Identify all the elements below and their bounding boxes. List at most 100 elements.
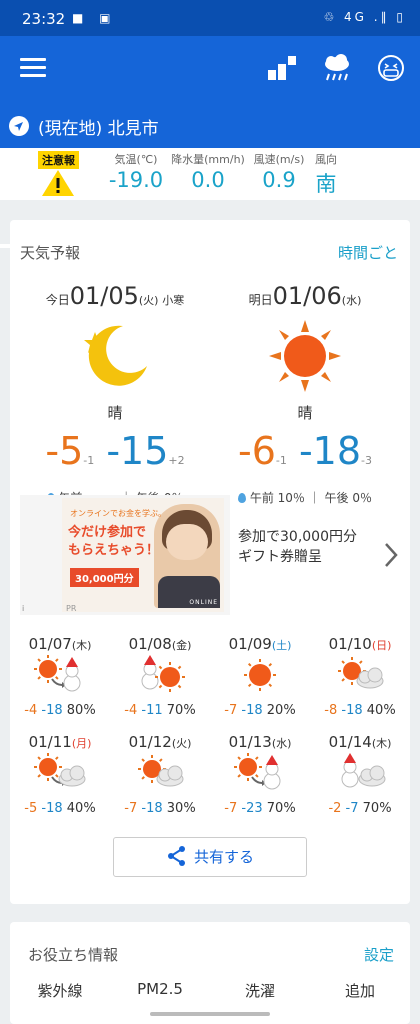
useful-item-add[interactable]: 追加: [310, 980, 410, 1001]
tomorrow-dow: (水): [341, 294, 362, 307]
ad-image: オンラインでお金を学ぶ。 今だけ参加で もらえちゃう！ 30,000円分 ONL…: [62, 498, 224, 612]
today-low-diff: +2: [168, 454, 185, 467]
week-date: 01/11(月): [10, 733, 110, 751]
mask-face-icon[interactable]: [374, 52, 408, 84]
tomorrow-date: 01/06: [272, 282, 342, 310]
wind-direction-label: 風向: [315, 153, 337, 166]
ad-headline-line1: 今だけ参加で: [68, 525, 147, 540]
ad-brand: ONLINE: [189, 599, 218, 606]
week-date-text: 01/12: [128, 733, 172, 751]
precipitation-reading: 降水量(mm/h) 0.0: [168, 151, 248, 192]
useful-settings-link[interactable]: 設定: [364, 944, 394, 965]
useful-item-pm25[interactable]: PM2.5: [110, 980, 210, 998]
week-high: -4: [124, 703, 138, 718]
useful-item-laundry[interactable]: 洗濯: [210, 980, 310, 1001]
week-day-3[interactable]: 01/09(土) -7 -18 20%: [210, 635, 310, 718]
week-temps: -2 -7 70%: [310, 801, 410, 816]
share-label: 共有する: [193, 848, 254, 866]
today-forecast[interactable]: 今日01/05(火) 小寒 晴 -5-1 -15+2 午前 −−− ｜ 午後 0…: [20, 282, 210, 506]
week-dow: (土): [271, 639, 292, 652]
week-date-text: 01/14: [328, 733, 372, 751]
week-date-text: 01/07: [28, 635, 72, 653]
raindrop-icon: [237, 493, 246, 503]
home-indicator[interactable]: [150, 1012, 270, 1016]
ad-amount: 30,000円分: [70, 568, 139, 587]
today-low: -15: [106, 429, 169, 473]
week-low: -23: [241, 801, 263, 816]
chevron-right-icon[interactable]: [384, 542, 398, 568]
week-day-7[interactable]: 01/13(水) -7 -23 70%: [210, 733, 310, 816]
sun-to-snow-icon: [34, 655, 81, 692]
tomorrow-forecast[interactable]: 明日01/06(水) 晴 -6-1 -18-3 午前 10％ ｜ 午後 0％: [210, 282, 400, 506]
status-bar: 23:32 ■ ▣ ♲ 4G .∥ ▯: [0, 0, 420, 36]
share-button[interactable]: 共有する: [113, 837, 307, 877]
week-high: -7: [224, 703, 238, 718]
week-pop: 30%: [166, 801, 196, 816]
week-pop: 70%: [362, 801, 392, 816]
tomorrow-pm-pop: 午後 0％: [324, 491, 372, 505]
week-low: -18: [341, 703, 363, 718]
useful-info-title: お役立ち情報: [28, 946, 119, 964]
week-day-8[interactable]: 01/14(木) -2 -7 70%: [310, 733, 410, 816]
location-bar[interactable]: (現在地) 北見市: [0, 100, 420, 248]
sun-icon: [269, 320, 341, 392]
week-date-text: 01/10: [328, 635, 372, 653]
week-day-2[interactable]: 01/08(金) -4 -11 70%: [110, 635, 210, 718]
location-arrow-icon: [9, 116, 29, 136]
ad-info-icon[interactable]: i: [22, 604, 24, 613]
week-day-5[interactable]: 01/11(月) -5 -18 40%: [10, 733, 110, 816]
week-high: -5: [24, 801, 38, 816]
app-bar: [0, 36, 420, 100]
temperature-value: -19.0: [108, 168, 164, 192]
today-header: 今日01/05(火) 小寒: [20, 282, 210, 310]
ranking-icon[interactable]: [266, 52, 300, 84]
ad-banner[interactable]: オンラインでお金を学ぶ。 今だけ参加で もらえちゃう！ 30,000円分 ONL…: [20, 495, 230, 615]
week-temps: -4 -18 80%: [10, 703, 110, 718]
wind-speed-label: 風速(m/s): [253, 153, 305, 166]
current-observation[interactable]: 注意報 気温(℃) -19.0 降水量(mm/h) 0.0 風速(m/s) 0.…: [0, 148, 420, 200]
hourly-link[interactable]: 時間ごと: [338, 242, 398, 263]
week-date-text: 01/09: [228, 635, 272, 653]
week-day-1[interactable]: 01/07(木) -4 -18 80%: [10, 635, 110, 718]
week-date: 01/13(水): [210, 733, 310, 751]
today-high-diff: -1: [83, 454, 95, 467]
today-high: -5: [45, 429, 84, 473]
sun-to-cloud-icon: [34, 753, 86, 787]
tomorrow-precip: 午前 10％ ｜ 午後 0％: [210, 489, 400, 506]
week-date: 01/10(日): [310, 635, 410, 653]
today-dow: (火): [138, 294, 159, 307]
tomorrow-temps: -6-1 -18-3: [210, 431, 400, 481]
week-dow: (日): [371, 639, 392, 652]
share-icon: [167, 846, 185, 866]
week-day-4[interactable]: 01/10(日) -8 -18 40%: [310, 635, 410, 718]
ad-copy[interactable]: 参加で30,000円分 ギフト券贈呈: [238, 527, 357, 567]
useful-item-uv[interactable]: 紫外線: [10, 980, 110, 1001]
rain-radar-icon[interactable]: [320, 52, 354, 84]
wind-direction-value: 南: [315, 172, 337, 196]
status-time: 23:32: [22, 10, 66, 28]
temperature-reading: 気温(℃) -19.0: [104, 151, 168, 192]
week-dow: (火): [171, 737, 192, 750]
temperature-label: 気温(℃): [114, 153, 158, 166]
week-temps: -8 -18 40%: [310, 703, 410, 718]
week-high: -7: [124, 801, 138, 816]
forecast-card: 天気予報 時間ごと 今日01/05(火) 小寒 晴 -5-1 -15+2 午前 …: [10, 220, 410, 904]
week-date-text: 01/13: [228, 733, 272, 751]
week-date-text: 01/11: [28, 733, 72, 751]
week-day-6[interactable]: 01/12(火) -7 -18 30%: [110, 733, 210, 816]
week-temps: -7 -18 20%: [210, 703, 310, 718]
menu-icon[interactable]: [20, 58, 46, 78]
snow-sun-icon: [141, 655, 185, 692]
tomorrow-am-pop: 午前 10％: [249, 491, 305, 505]
week-temps: -5 -18 40%: [10, 801, 110, 816]
week-pop: 80%: [66, 703, 96, 718]
sun-to-snow-icon: [234, 753, 281, 790]
week-temps: -7 -23 70%: [210, 801, 310, 816]
location-label: (現在地) 北見市: [38, 119, 159, 139]
week-dow: (木): [371, 737, 392, 750]
week-dow: (月): [71, 737, 92, 750]
precipitation-label: 降水量(mm/h): [171, 153, 245, 166]
week-dow: (水): [271, 737, 292, 750]
tomorrow-low: -18: [298, 429, 362, 473]
ad-headline-line2: もらえちゃう！: [68, 543, 160, 558]
